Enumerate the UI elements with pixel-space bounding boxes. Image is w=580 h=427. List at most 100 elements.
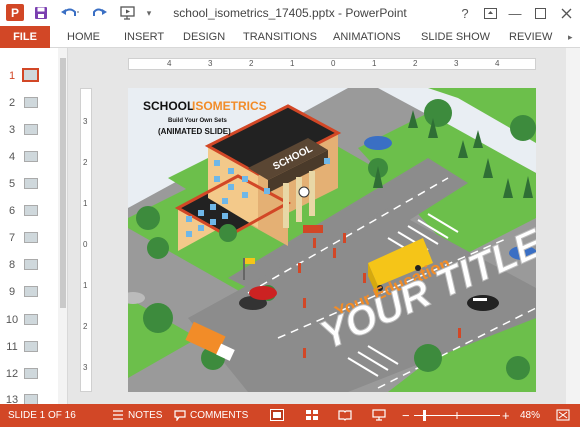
ruler-tick-label: 3 [83,363,88,372]
ruler-tick-label: 0 [331,59,336,68]
tab-slide-show[interactable]: SLIDE SHOW [421,26,490,48]
zoom-slider-thumb [423,410,426,421]
ruler-tick-label: 0 [83,240,88,249]
slide-number: 13 [5,394,19,404]
slide-thumbnail[interactable]: 13 [0,391,58,404]
slide-thumbnail-image [24,259,38,270]
slide-thumbnail-image [24,394,38,404]
slide-thumbnail-image [24,232,38,243]
close-button[interactable] [556,4,576,22]
zoom-slider[interactable] [414,404,500,427]
slide-thumbnail[interactable]: 7 [0,229,58,249]
slide-subtitle: Build Your Own Sets [168,118,227,124]
tab-transitions[interactable]: TRANSITIONS [243,26,317,48]
zoom-in-button[interactable]: + [502,404,510,427]
slide-thumbnail-image [24,368,38,379]
ribbon-tabs: FILE HOME INSERT DESIGN TRANSITIONS ANIM… [0,26,580,48]
ruler-tick-label: 1 [290,59,295,68]
slide-thumbnail-image [24,314,38,325]
ruler-tick-label: 1 [372,59,377,68]
slide-number: 3 [8,124,16,136]
zoom-level[interactable]: 48% [520,404,540,427]
slide-thumbnail-image [24,151,38,162]
tab-review[interactable]: REVIEW [509,26,552,48]
slide-thumbnail-image [22,68,39,82]
slide-number: 10 [5,314,19,326]
ribbon-display-options-icon[interactable] [480,4,500,22]
tab-file[interactable]: FILE [0,26,50,48]
slide-number: 5 [8,178,16,190]
slide-thumbnail[interactable]: 9 [0,283,58,303]
thumbnails-scroll-thumb[interactable] [60,58,66,308]
notes-button[interactable]: NOTES [128,404,162,427]
reading-view-icon[interactable] [338,404,352,427]
slide-thumbnail[interactable]: 8 [0,256,58,276]
slide-sorter-icon[interactable] [305,404,319,427]
slide-number: 7 [8,232,16,244]
tab-animations[interactable]: ANIMATIONS [333,26,401,48]
normal-view-icon[interactable] [270,404,284,427]
horizontal-ruler: 4 3 2 1 0 1 2 3 4 [128,58,536,70]
fit-slide-to-window-icon[interactable] [556,404,570,427]
slide-thumbnail[interactable]: 2 [0,94,58,114]
ribbon-scroll-right-icon[interactable]: ▸ [568,26,573,48]
vertical-ruler: 3 2 1 0 1 2 3 [80,88,92,392]
slide-canvas[interactable]: SCHOOL Your Education YOUR TITLE SCHOOL … [128,88,536,392]
slide-animated-note: (ANIMATED SLIDE) [158,127,231,136]
slide-heading-isometrics: ISOMETRICS [192,99,267,113]
thumbnails-scrollbar[interactable] [58,48,67,404]
tab-design[interactable]: DESIGN [183,26,225,48]
tab-insert[interactable]: INSERT [124,26,164,48]
slide-thumbnail-image [24,205,38,216]
slide-thumbnail[interactable]: 4 [0,148,58,168]
ruler-tick-label: 1 [83,199,88,208]
comments-button[interactable]: COMMENTS [190,404,248,427]
slide-thumbnail[interactable]: 12 [0,365,58,385]
slide-number: 4 [8,151,16,163]
slide-number: 6 [8,205,16,217]
maximize-button[interactable] [530,4,550,22]
comments-icon[interactable] [174,404,186,427]
slide-thumbnail[interactable]: 6 [0,202,58,222]
slide-thumbnail[interactable]: 10 [0,311,58,331]
slide-thumbnail-image [24,286,38,297]
ruler-tick-label: 2 [83,322,88,331]
ruler-tick-label: 3 [208,59,213,68]
help-icon[interactable]: ? [455,4,475,22]
tab-home[interactable]: HOME [67,26,100,48]
slide-number: 1 [8,70,16,82]
slide-thumbnails-pane: 1 2 3 4 5 6 7 8 9 10 11 12 13 [0,48,68,404]
ruler-tick-label: 1 [83,281,88,290]
school-isometric-illustration: SCHOOL Your Education YOUR TITLE SCHOOL … [128,88,536,392]
ruler-tick-label: 3 [454,59,459,68]
slide-number: 11 [6,341,18,353]
slide-thumbnail-image [24,124,38,135]
slide-number: 2 [8,97,16,109]
slide-number: 8 [8,259,16,271]
slide-thumbnail-image [24,178,38,189]
slide-thumbnail[interactable]: 5 [0,175,58,195]
notes-icon[interactable] [112,404,124,427]
ruler-tick-label: 2 [413,59,418,68]
slide-thumbnail-image [24,341,38,352]
slide-heading-school: SCHOOL [143,99,194,113]
workspace: 1 2 3 4 5 6 7 8 9 10 11 12 13 4 3 2 1 0 … [0,48,580,404]
ruler-tick-label: 4 [167,59,172,68]
slide-number: 12 [5,368,19,380]
slide-thumbnail-image [24,97,38,108]
title-bar: P ▾ school_isometrics_17405.pptx - Power… [0,0,580,26]
minimize-button[interactable]: — [505,4,525,22]
powerpoint-window: P ▾ school_isometrics_17405.pptx - Power… [0,0,580,427]
slide-show-view-icon[interactable] [372,404,386,427]
ruler-tick-label: 3 [83,117,88,126]
slide-number: 9 [8,286,16,298]
ruler-tick-label: 4 [495,59,500,68]
status-bar: SLIDE 1 OF 16 NOTES COMMENTS − + 48% [0,404,580,427]
slide-thumbnail[interactable]: 11 [0,338,58,358]
ruler-tick-label: 2 [249,59,254,68]
slide-thumbnail[interactable]: 1 [0,67,58,87]
ruler-tick-label: 2 [83,158,88,167]
slide-scrollbar[interactable] [566,48,580,404]
slide-thumbnail[interactable]: 3 [0,121,58,141]
zoom-out-button[interactable]: − [402,404,410,427]
